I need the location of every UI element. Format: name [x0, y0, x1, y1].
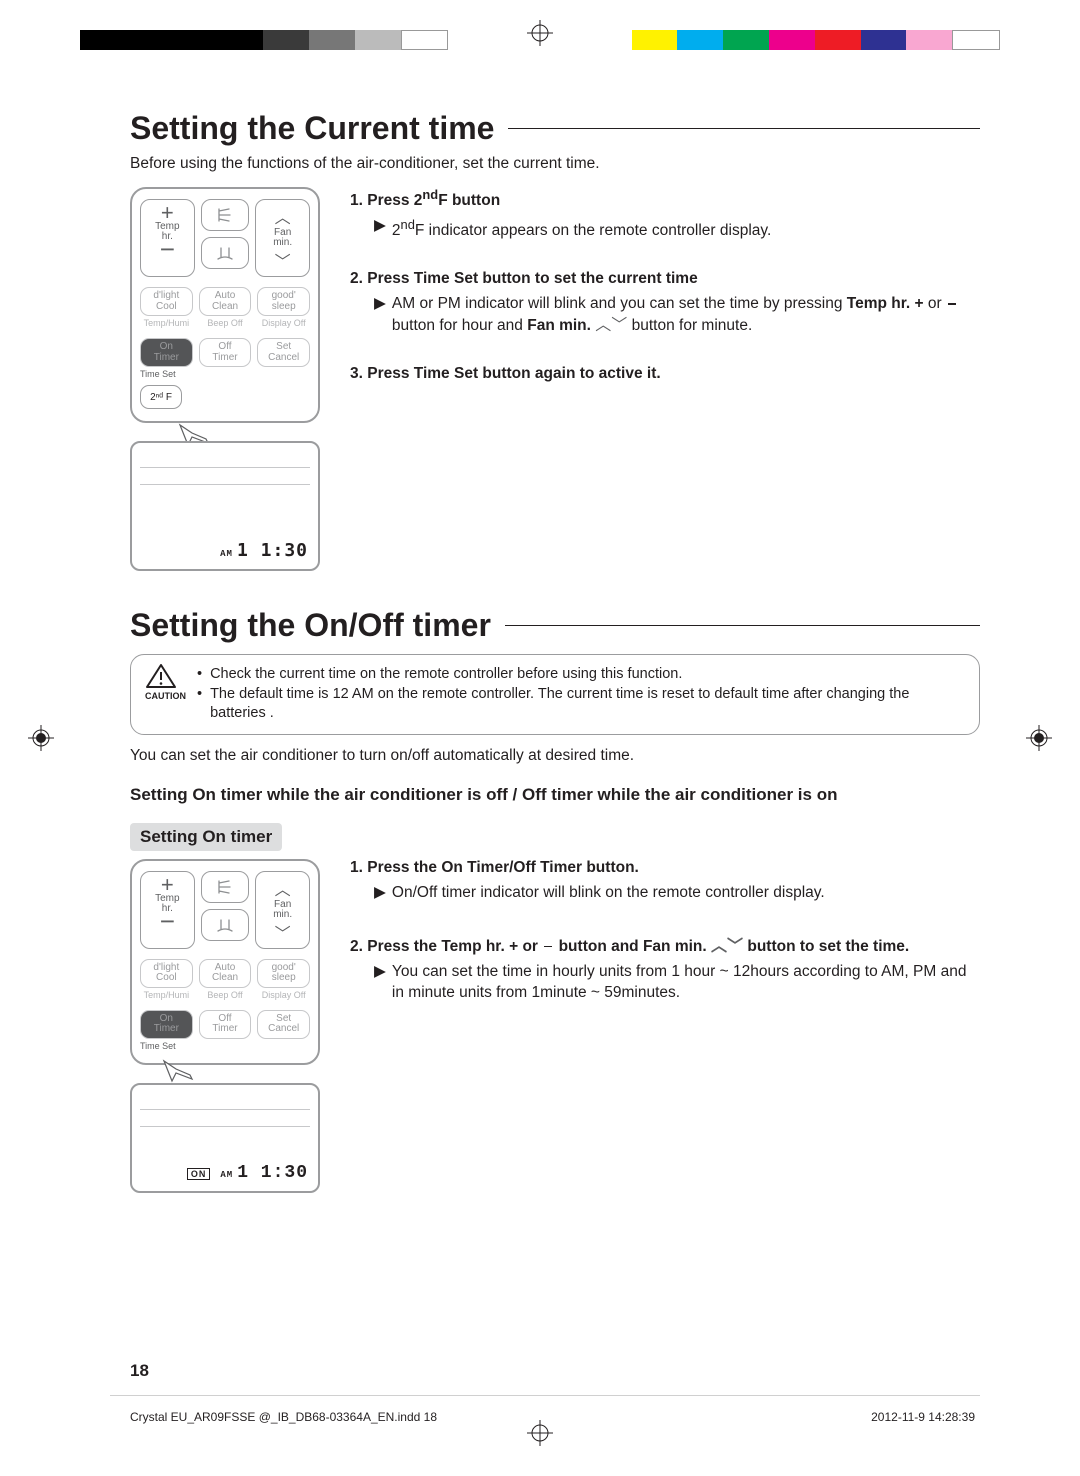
chevron-up-icon: ︿ [275, 204, 291, 228]
on-timer-button: OnTimer [140, 1010, 193, 1039]
body-text: You can set the air conditioner to turn … [130, 747, 980, 765]
display-panel-1: AM1 1:30 [130, 441, 320, 571]
sub-heading: Setting On timer while the air condition… [130, 785, 980, 805]
heading-1: Setting the Current time [130, 110, 980, 147]
registration-mark-icon [1026, 725, 1052, 751]
cursor-icon [162, 1059, 188, 1085]
registration-mark-icon [28, 725, 54, 751]
plus-icon: + [161, 204, 174, 222]
section-pill: Setting On timer [130, 823, 282, 851]
minus-icon: − [160, 242, 175, 256]
caution-box: CAUTION •Check the current time on the r… [130, 654, 980, 735]
remote-illustration-2: +Temphr.− ︿Fanmin.﹀ d'lightCool AutoClea… [130, 859, 320, 1065]
footer-filename: Crystal EU_AR09FSSE @_IB_DB68-03364A_EN.… [130, 1410, 437, 1424]
footer-timestamp: 2012-11-9 14:28:39 [871, 1410, 975, 1424]
footer-divider [110, 1395, 980, 1396]
display-panel-2: ONAM1 1:30 [130, 1083, 320, 1193]
intro-text: Before using the functions of the air-co… [130, 155, 980, 173]
registration-mark-icon [527, 1420, 553, 1446]
registration-mark-icon [527, 20, 553, 46]
caution-icon: CAUTION [145, 663, 186, 702]
on-timer-button: OnTimer [140, 338, 193, 367]
chevron-down-icon: ﹀ [275, 248, 291, 272]
swing-icon [201, 199, 250, 231]
air-icon [201, 237, 250, 269]
heading-2: Setting the On/Off timer [130, 607, 980, 644]
second-f-button: 2ⁿᵈ F [140, 385, 182, 409]
remote-illustration-1: +Temphr.− ︿Fanmin.﹀ d'lightCool AutoClea… [130, 187, 320, 423]
page-number: 18 [130, 1361, 149, 1381]
